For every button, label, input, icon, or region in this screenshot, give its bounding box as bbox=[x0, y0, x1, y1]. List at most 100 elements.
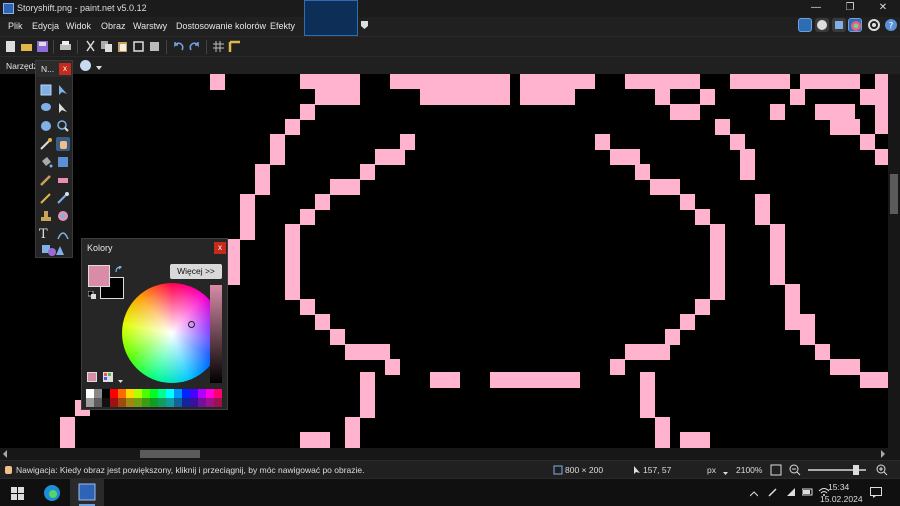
palette-swatch[interactable] bbox=[118, 398, 126, 407]
palette-swatch[interactable] bbox=[134, 398, 142, 407]
line-curve-icon[interactable] bbox=[56, 227, 70, 241]
notifications-icon[interactable] bbox=[870, 487, 882, 500]
color-wheel[interactable] bbox=[122, 283, 222, 383]
palette-swatch[interactable] bbox=[174, 389, 182, 398]
palette-swatch[interactable] bbox=[102, 389, 110, 398]
palette-swatch[interactable] bbox=[158, 389, 166, 398]
magic-wand-icon[interactable] bbox=[39, 137, 53, 151]
tools-panel-close-button[interactable]: x bbox=[59, 63, 71, 75]
zoom-out-icon[interactable] bbox=[789, 464, 801, 478]
text-tool-icon[interactable]: T bbox=[39, 227, 53, 242]
pencil-icon[interactable] bbox=[39, 191, 53, 205]
vertical-scrollbar[interactable] bbox=[888, 74, 900, 448]
palette-swatch[interactable] bbox=[94, 398, 102, 407]
close-window-button[interactable]: ✕ bbox=[866, 0, 900, 17]
eraser-icon[interactable] bbox=[56, 173, 70, 187]
chevron-down-icon[interactable] bbox=[96, 63, 102, 73]
palette-swatch[interactable] bbox=[174, 398, 182, 407]
palette-swatch[interactable] bbox=[206, 398, 214, 407]
system-tray-chevron-icon[interactable] bbox=[749, 489, 759, 499]
zoom-icon[interactable] bbox=[56, 119, 70, 133]
reset-colors-icon[interactable] bbox=[87, 290, 97, 302]
palette-swatch[interactable] bbox=[190, 389, 198, 398]
palette-swatch[interactable] bbox=[214, 398, 222, 407]
pan-hand-icon[interactable] bbox=[56, 137, 70, 151]
zoom-slider-track[interactable] bbox=[808, 465, 866, 475]
palette-swatch[interactable] bbox=[118, 389, 126, 398]
palette-swatch[interactable] bbox=[182, 398, 190, 407]
paintnet-taskbar-button[interactable] bbox=[70, 479, 104, 506]
palette-swatch[interactable] bbox=[86, 398, 94, 407]
cut-icon[interactable] bbox=[84, 40, 97, 53]
clone-stamp-icon[interactable] bbox=[39, 209, 53, 223]
menu-warstwy[interactable]: Warstwy bbox=[133, 21, 167, 31]
menu-edycja[interactable]: Edycja bbox=[32, 21, 59, 31]
shapes-tool-icon[interactable] bbox=[41, 243, 65, 257]
palette-swatch[interactable] bbox=[206, 389, 214, 398]
redo-icon[interactable] bbox=[188, 40, 201, 53]
pin-icon[interactable] bbox=[361, 21, 368, 29]
palette-swatch[interactable] bbox=[94, 389, 102, 398]
palette-chevron-down-icon[interactable] bbox=[118, 376, 123, 386]
palette-swatch[interactable] bbox=[198, 398, 206, 407]
units-selector[interactable]: px bbox=[707, 465, 716, 475]
open-file-icon[interactable] bbox=[20, 40, 33, 53]
value-slider[interactable] bbox=[210, 285, 222, 383]
tools-toggle-icon[interactable] bbox=[798, 18, 812, 32]
palette-swatch[interactable] bbox=[126, 389, 134, 398]
palette-swatch[interactable] bbox=[134, 389, 142, 398]
palette-swatch[interactable] bbox=[190, 398, 198, 407]
units-chevron-icon[interactable] bbox=[723, 468, 728, 478]
vertical-scroll-thumb[interactable] bbox=[890, 174, 898, 214]
swap-colors-icon[interactable] bbox=[115, 265, 123, 276]
clock-date[interactable]: 15.02.2024 bbox=[820, 494, 863, 504]
palette-swatch[interactable] bbox=[126, 398, 134, 407]
horizontal-scroll-thumb[interactable] bbox=[140, 450, 200, 458]
lasso-select-icon[interactable] bbox=[39, 101, 53, 115]
history-icon[interactable] bbox=[815, 18, 829, 32]
zoom-in-icon[interactable] bbox=[876, 464, 888, 478]
palette-swatch[interactable] bbox=[150, 389, 158, 398]
scroll-right-arrow-icon[interactable] bbox=[880, 450, 886, 460]
colors-panel-close-button[interactable]: x bbox=[214, 242, 226, 254]
layers-icon[interactable] bbox=[832, 18, 846, 32]
color-palette[interactable] bbox=[86, 389, 224, 407]
palette-swatch[interactable] bbox=[214, 389, 222, 398]
palette-swatch[interactable] bbox=[110, 389, 118, 398]
crop-to-selection-icon[interactable] bbox=[132, 40, 145, 53]
maximize-button[interactable]: ❐ bbox=[833, 0, 867, 17]
menu-plik[interactable]: Plik bbox=[8, 21, 23, 31]
save-icon[interactable] bbox=[36, 40, 49, 53]
zoom-to-window-icon[interactable] bbox=[770, 464, 782, 478]
zoom-slider-thumb[interactable] bbox=[853, 465, 859, 475]
rectangle-select-icon[interactable] bbox=[39, 83, 53, 97]
new-file-icon[interactable] bbox=[4, 40, 17, 53]
palette-swatch[interactable] bbox=[166, 398, 174, 407]
tool-selector-icon[interactable] bbox=[80, 60, 91, 71]
ellipse-select-icon[interactable] bbox=[39, 119, 53, 133]
palette-swatch[interactable] bbox=[166, 389, 174, 398]
primary-color-swatch[interactable] bbox=[88, 265, 110, 287]
pixel-grid-icon[interactable] bbox=[212, 40, 225, 53]
palette-swatch[interactable] bbox=[110, 398, 118, 407]
windows-start-icon[interactable] bbox=[11, 487, 24, 502]
print-icon[interactable] bbox=[59, 40, 72, 53]
color-picker-icon[interactable] bbox=[56, 191, 70, 205]
color-wheel-cursor[interactable] bbox=[188, 321, 195, 328]
move-selected-pixels-icon[interactable] bbox=[56, 83, 70, 97]
move-selection-icon[interactable] bbox=[56, 101, 70, 115]
paintbrush-icon[interactable] bbox=[39, 173, 53, 187]
paint-bucket-icon[interactable] bbox=[39, 155, 53, 169]
undo-icon[interactable] bbox=[172, 40, 185, 53]
palette-swatch[interactable] bbox=[182, 389, 190, 398]
scroll-left-arrow-icon[interactable] bbox=[2, 450, 8, 460]
network-icon[interactable] bbox=[786, 487, 796, 499]
battery-icon[interactable] bbox=[801, 488, 814, 498]
palette-primary-mini-swatch[interactable] bbox=[87, 372, 97, 382]
horizontal-scrollbar[interactable] bbox=[0, 448, 900, 460]
palette-swatch[interactable] bbox=[150, 398, 158, 407]
tools-panel-header[interactable]: N... x bbox=[36, 61, 72, 77]
palette-swatch[interactable] bbox=[198, 389, 206, 398]
menu-efekty[interactable]: Efekty bbox=[270, 21, 295, 31]
zoom-level[interactable]: 2100% bbox=[736, 465, 762, 475]
